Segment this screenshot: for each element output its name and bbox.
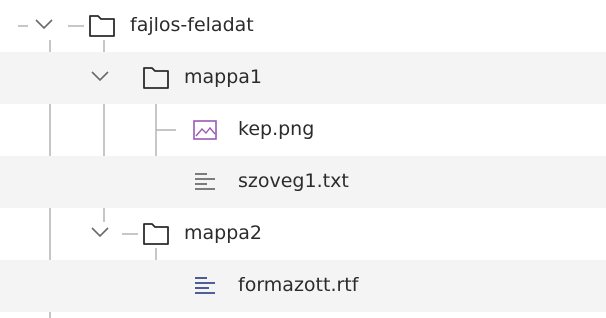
tree-item-label: szoveg1.txt	[238, 170, 349, 192]
chevron-down-icon[interactable]	[32, 14, 66, 36]
folder-icon	[89, 15, 115, 37]
folder-icon	[143, 223, 169, 245]
text-file-icon	[195, 173, 215, 190]
chevron-down-icon[interactable]	[88, 222, 118, 244]
folder-icon	[143, 67, 169, 89]
tree-item-label: kep.png	[238, 118, 315, 140]
file-tree: fajlos-feladat mappa1 kep.png szoveg1.tx	[0, 0, 606, 318]
tree-row-mappa2[interactable]: mappa2	[0, 208, 606, 260]
tree-row-kep-png[interactable]: kep.png	[0, 104, 606, 156]
tree-item-label: mappa1	[184, 66, 263, 88]
tree-item-label: formazott.rtf	[238, 274, 359, 296]
rich-text-file-icon	[195, 277, 215, 294]
tree-row-mappa1[interactable]: mappa1	[0, 52, 606, 104]
tree-row-formazott-rtf[interactable]: formazott.rtf	[0, 260, 606, 312]
tree-row-szoveg1-txt[interactable]: szoveg1.txt	[0, 156, 606, 208]
tree-item-label: fajlos-feladat	[130, 14, 254, 36]
image-file-icon	[193, 120, 217, 140]
tree-row-root[interactable]: fajlos-feladat	[0, 0, 606, 52]
chevron-down-icon[interactable]	[88, 66, 118, 88]
tree-item-label: mappa2	[184, 222, 263, 244]
